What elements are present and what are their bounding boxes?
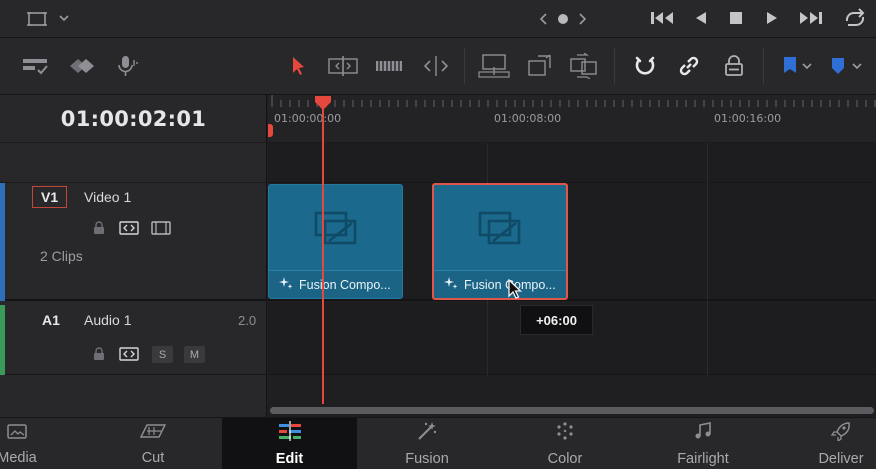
play-icon[interactable] (765, 10, 779, 26)
trim-edit-icon[interactable] (327, 50, 359, 82)
sparkle-icon (444, 276, 458, 293)
previous-clip-icon[interactable] (538, 11, 550, 27)
marker-options-chevron-icon[interactable] (846, 50, 868, 82)
linked-selection-icon[interactable] (673, 50, 705, 82)
audio-track-name[interactable]: Audio 1 (84, 312, 131, 328)
video-track-header[interactable]: V1 Video 1 2 Clips (0, 183, 267, 301)
trim-offset-tooltip: +06:00 (520, 305, 593, 335)
timecode-display[interactable]: 01:00:02:01 (0, 95, 267, 143)
selection-arrow-icon[interactable] (282, 50, 314, 82)
audio-auto-select-icon[interactable] (118, 345, 140, 363)
page-tab-color[interactable]: Color (510, 418, 620, 469)
playhead-line[interactable] (322, 104, 324, 404)
position-dot-icon (557, 13, 569, 25)
audio-track-color-stripe (0, 305, 5, 375)
clip-footer: Fusion Compo... (434, 270, 566, 298)
insert-clip-icon[interactable] (478, 50, 510, 82)
page-tab-label: Fairlight (677, 451, 729, 467)
transport-bar (0, 0, 876, 38)
ruler-label: 01:00:16:00 (714, 112, 782, 125)
edit-toolbar (0, 38, 876, 95)
fusion-composition-icon (476, 209, 524, 254)
edit-page-icon (276, 421, 304, 446)
go-to-end-icon[interactable] (797, 10, 823, 26)
sparkle-icon (279, 276, 293, 293)
page-tab-label: Edit (275, 451, 304, 467)
page-tab-fairlight[interactable]: Fairlight (648, 418, 758, 469)
fusion-composition-clip-selected[interactable]: Fusion Compo... (432, 183, 568, 300)
playhead-handle[interactable] (314, 95, 332, 116)
blade-edit-icon[interactable] (420, 50, 452, 82)
viewer-size-icon[interactable] (26, 10, 48, 28)
video-clip-count: 2 Clips (40, 248, 83, 264)
audio-track-badge[interactable]: A1 (34, 309, 68, 331)
ruler-ticks (271, 95, 876, 107)
stacked-timelines-icon[interactable] (66, 50, 98, 82)
audio-lock-icon[interactable] (88, 345, 110, 363)
clip-footer: Fusion Compo... (269, 270, 402, 298)
header-spacer (0, 143, 267, 183)
page-tab-label: Deliver (818, 451, 864, 467)
page-tab-edit[interactable]: Edit (222, 418, 357, 469)
fusion-composition-icon (312, 209, 360, 254)
fusion-composition-clip[interactable]: Fusion Compo... (268, 184, 403, 299)
clip-label: Fusion Compo... (299, 277, 391, 292)
audio-channel-format: 2.0 (238, 313, 257, 328)
cut-page-icon (138, 422, 168, 445)
page-tab-media[interactable]: Media (0, 418, 72, 469)
play-reverse-icon[interactable] (694, 10, 708, 26)
page-tab-label: Color (547, 451, 583, 467)
timeline-view-options-icon[interactable] (20, 50, 52, 82)
replace-clip-icon[interactable] (568, 50, 600, 82)
timeline-ruler[interactable]: 01:00:00:00 01:00:08:00 01:00:16:00 (268, 95, 876, 143)
overwrite-clip-icon[interactable] (524, 50, 556, 82)
flag-options-chevron-icon[interactable] (796, 50, 818, 82)
auto-select-icon[interactable] (118, 219, 140, 237)
chevron-down-icon[interactable] (58, 13, 70, 23)
timeline-horizontal-scrollbar[interactable] (268, 404, 876, 417)
scrollbar-thumb[interactable] (270, 407, 874, 414)
video-track-name[interactable]: Video 1 (84, 189, 131, 205)
loop-icon[interactable] (842, 7, 868, 29)
in-point-marker[interactable] (268, 124, 273, 137)
music-note-icon (693, 421, 713, 446)
page-navigation: Media Cut Edit Fusion Color Fairlight De… (0, 417, 876, 469)
page-tab-fusion[interactable]: Fusion (372, 418, 482, 469)
fusion-page-icon (416, 421, 438, 446)
snapping-magnet-icon[interactable] (629, 50, 661, 82)
audio-track-header[interactable]: A1 Audio 1 2.0 S M (0, 303, 267, 375)
mouse-cursor-icon (507, 278, 523, 306)
go-to-start-icon[interactable] (650, 10, 676, 26)
page-tab-label: Media (0, 450, 37, 466)
solo-button[interactable]: S (152, 346, 173, 363)
ruler-label: 01:00:08:00 (494, 112, 562, 125)
media-page-icon (6, 422, 28, 445)
mute-button[interactable]: M (184, 346, 205, 363)
video-track-color-stripe (0, 183, 5, 301)
page-tab-cut[interactable]: Cut (98, 418, 208, 469)
dynamic-trim-icon[interactable] (373, 50, 405, 82)
lock-icon[interactable] (88, 219, 110, 237)
next-clip-icon[interactable] (576, 11, 588, 27)
film-strip-icon[interactable] (150, 219, 172, 237)
microphone-icon[interactable] (110, 50, 142, 82)
gridline (707, 143, 708, 375)
video-track-badge[interactable]: V1 (32, 186, 68, 208)
page-tab-label: Cut (141, 450, 165, 466)
empty-track-lane (268, 143, 876, 183)
page-tab-deliver[interactable]: Deliver (786, 418, 876, 469)
position-lock-icon[interactable] (718, 50, 750, 82)
stop-icon[interactable] (728, 10, 744, 26)
page-tab-label: Fusion (405, 451, 449, 467)
rocket-icon (830, 421, 852, 446)
color-page-icon (554, 421, 576, 446)
